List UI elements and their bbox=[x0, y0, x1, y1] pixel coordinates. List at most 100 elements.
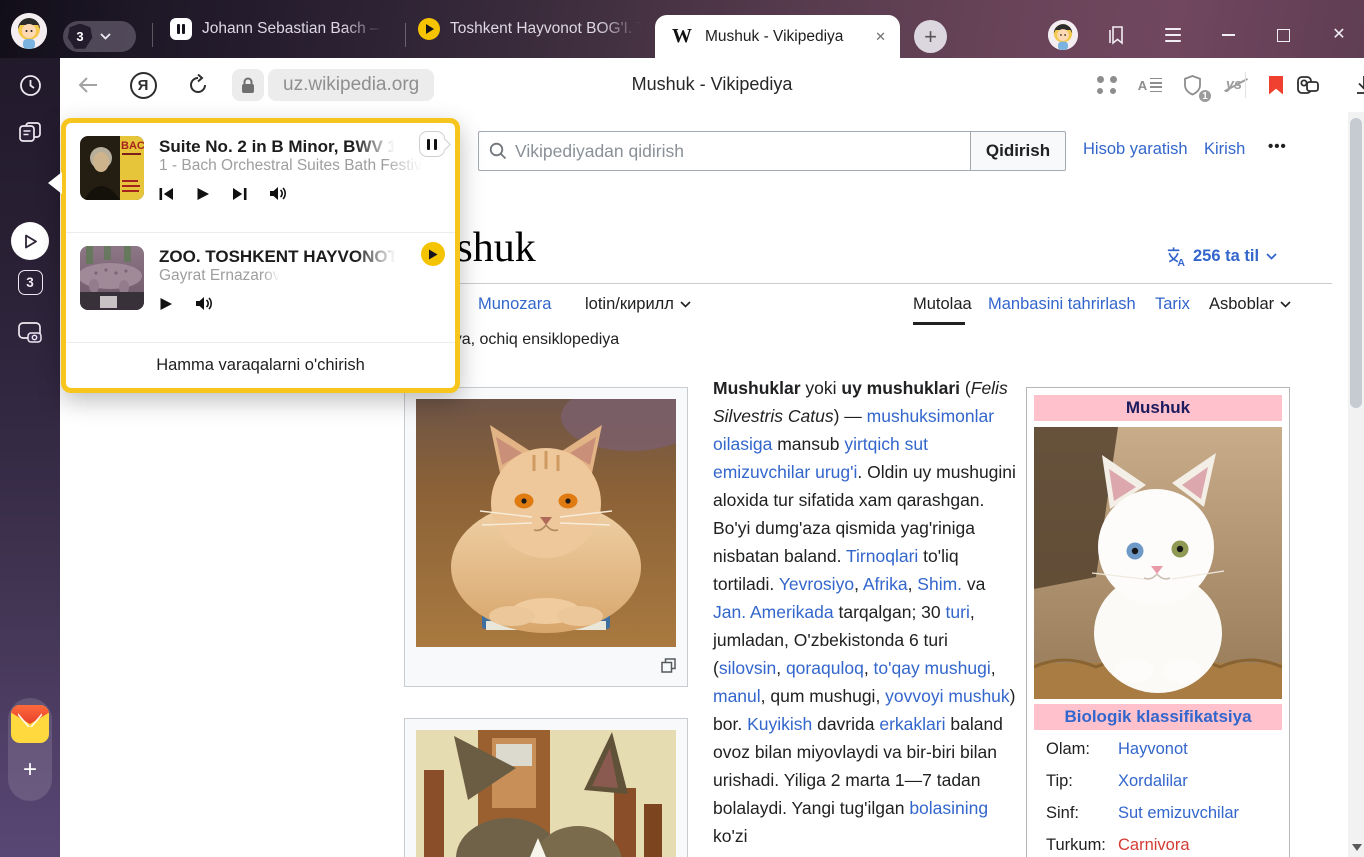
classification-rows: Olam: Hayvonot Tip: Xordalilar Sinf: Sut… bbox=[1034, 730, 1282, 855]
text-segment: Mushuklar bbox=[713, 378, 801, 398]
tab-audio-pause-icon[interactable] bbox=[170, 18, 192, 40]
toolbar-divider bbox=[1245, 72, 1246, 98]
tab-title: Mushuk - Vikipediya bbox=[705, 28, 843, 46]
more-menu-icon[interactable]: ••• bbox=[1268, 138, 1287, 155]
add-app-button[interactable]: + bbox=[8, 756, 52, 784]
article-image-ginger-cat[interactable] bbox=[404, 387, 688, 687]
table-row: Sinf: Sut emizuvchilar bbox=[1046, 804, 1282, 823]
article-link[interactable]: Shim. bbox=[917, 574, 962, 594]
menu-icon[interactable] bbox=[1160, 22, 1186, 48]
row-value-link[interactable]: Hayvonot bbox=[1118, 740, 1188, 759]
tab-mutolaa-active[interactable]: Mutolaa bbox=[913, 295, 972, 314]
protect-shield-icon[interactable]: 1 bbox=[1178, 71, 1206, 99]
tab-groups-icon[interactable] bbox=[1294, 71, 1322, 99]
window-maximize-button[interactable] bbox=[1270, 22, 1296, 48]
profile-avatar-small[interactable] bbox=[1048, 20, 1078, 50]
chevron-down-icon bbox=[100, 33, 111, 40]
profile-avatar[interactable] bbox=[11, 13, 47, 49]
tab-munozara[interactable]: Munozara bbox=[478, 295, 551, 314]
tabs-panel-button[interactable]: 3 bbox=[0, 270, 60, 295]
reload-icon[interactable] bbox=[184, 71, 212, 99]
text-segment: , qum mushugi, bbox=[761, 686, 886, 706]
table-row: Turkum: Carnivora bbox=[1046, 836, 1282, 855]
scrollbar-thumb[interactable] bbox=[1350, 118, 1362, 408]
screenshot-icon[interactable] bbox=[0, 320, 60, 344]
table-row: Tip: Xordalilar bbox=[1046, 772, 1282, 791]
media-player-button-active[interactable] bbox=[11, 222, 49, 260]
text-segment: va bbox=[962, 574, 985, 594]
scrollbar-down-arrow[interactable] bbox=[1352, 844, 1362, 851]
javascript-off-icon[interactable]: ys bbox=[1220, 71, 1248, 99]
white-kitten-photo[interactable] bbox=[1034, 427, 1282, 699]
image-expand-icon[interactable] bbox=[661, 658, 676, 673]
next-track-icon[interactable] bbox=[232, 187, 247, 201]
article-link[interactable]: erkaklari bbox=[879, 714, 945, 734]
close-all-tabs-button[interactable]: Hamma varaqalarni o'chirish bbox=[66, 343, 455, 388]
downloads-icon[interactable] bbox=[1350, 71, 1364, 99]
article-link[interactable]: yovvoyi mushuk bbox=[885, 686, 1010, 706]
notifications-icon[interactable] bbox=[1103, 22, 1129, 48]
tab-title: Johann Sebastian Bach – Ya bbox=[202, 20, 387, 38]
play-icon[interactable] bbox=[159, 297, 173, 311]
tab-toshkent[interactable]: Toshkent Hayvonot BOG'I. T bbox=[418, 0, 648, 58]
bookmarks-pages-icon[interactable] bbox=[0, 120, 60, 144]
play-icon[interactable] bbox=[196, 187, 210, 201]
previous-track-icon[interactable] bbox=[159, 187, 174, 201]
ginger-cat-photo[interactable] bbox=[416, 399, 676, 647]
article-link[interactable]: to'qay mushugi bbox=[874, 658, 991, 678]
volume-icon[interactable] bbox=[269, 186, 288, 201]
article-link[interactable]: bolasining bbox=[909, 798, 988, 818]
reader-mode-icon[interactable]: A bbox=[1136, 71, 1164, 99]
article-link[interactable]: Kuyikish bbox=[747, 714, 812, 734]
player-item-zoo[interactable]: ZOO. TOSHKENT HAYVONOT Gayrat Ernazarov bbox=[66, 233, 455, 343]
history-icon[interactable] bbox=[0, 74, 60, 97]
article-link[interactable]: Jan. Amerikada bbox=[713, 602, 834, 622]
tab-bach[interactable]: Johann Sebastian Bach – Ya bbox=[170, 0, 395, 58]
tab-edit-source[interactable]: Manbasini tahrirlash bbox=[988, 295, 1136, 314]
volume-icon[interactable] bbox=[195, 296, 214, 311]
tab-history[interactable]: Tarix bbox=[1155, 295, 1190, 314]
extensions-grid-icon[interactable] bbox=[1093, 71, 1121, 99]
article-link[interactable]: silovsin bbox=[719, 658, 776, 678]
article-link[interactable]: Afrika bbox=[863, 574, 908, 594]
page-scrollbar[interactable] bbox=[1348, 112, 1364, 857]
yandex-search-icon[interactable]: Я bbox=[129, 71, 157, 99]
login-link[interactable]: Kirish bbox=[1204, 140, 1245, 159]
player-item-bach[interactable]: BACH Suite No. 2 in B Minor, BWV 1 1 - B… bbox=[66, 123, 455, 233]
window-minimize-button[interactable] bbox=[1215, 22, 1241, 48]
tab-script-switcher[interactable]: lotin/кирилл bbox=[585, 295, 691, 314]
languages-button[interactable]: A 256 ta til bbox=[1165, 246, 1277, 267]
row-value-link[interactable]: Sut emizuvchilar bbox=[1118, 804, 1239, 823]
article-link[interactable]: turi bbox=[946, 602, 970, 622]
close-icon: ✕ bbox=[1332, 27, 1345, 43]
create-account-link[interactable]: Hisob yaratish bbox=[1083, 140, 1188, 159]
tab-audio-playing-icon[interactable] bbox=[418, 18, 440, 40]
article-link[interactable]: Tirnoqlari bbox=[846, 546, 918, 566]
search-button[interactable]: Qidirish bbox=[970, 131, 1066, 171]
article-link[interactable]: manul bbox=[713, 686, 761, 706]
search-input[interactable] bbox=[515, 132, 970, 170]
new-tab-button[interactable]: + bbox=[914, 20, 947, 53]
url-field[interactable]: uz.wikipedia.org bbox=[268, 69, 434, 101]
article-link[interactable]: Yevrosiyo bbox=[779, 574, 854, 594]
ssl-lock-icon[interactable] bbox=[232, 69, 264, 101]
row-value-link[interactable]: Xordalilar bbox=[1118, 772, 1188, 791]
shield-count-badge: 1 bbox=[1197, 88, 1213, 104]
tab-mushuk-active[interactable]: W Mushuk - Vikipediya ✕ bbox=[655, 15, 900, 58]
tab-close-icon[interactable]: ✕ bbox=[875, 29, 886, 45]
text-segment: ) — bbox=[834, 406, 867, 426]
row-value-redlink[interactable]: Carnivora bbox=[1118, 836, 1190, 855]
article-link[interactable]: qoraquloq bbox=[786, 658, 864, 678]
bookmark-icon[interactable] bbox=[1262, 71, 1290, 99]
tabby-cat-photo[interactable] bbox=[416, 730, 676, 857]
pause-badge-icon[interactable] bbox=[419, 131, 445, 157]
player-controls bbox=[159, 186, 441, 201]
yandex-mail-icon[interactable] bbox=[11, 705, 49, 743]
back-icon[interactable] bbox=[74, 71, 102, 99]
article-image-tabby-cat[interactable] bbox=[404, 718, 688, 857]
window-close-button[interactable]: ✕ bbox=[1326, 22, 1352, 48]
tab-tools[interactable]: Asboblar bbox=[1209, 295, 1291, 314]
tab-counter-button[interactable]: 3 bbox=[63, 21, 136, 52]
playing-badge-icon[interactable] bbox=[421, 242, 445, 266]
chevron-down-icon bbox=[1266, 253, 1277, 260]
